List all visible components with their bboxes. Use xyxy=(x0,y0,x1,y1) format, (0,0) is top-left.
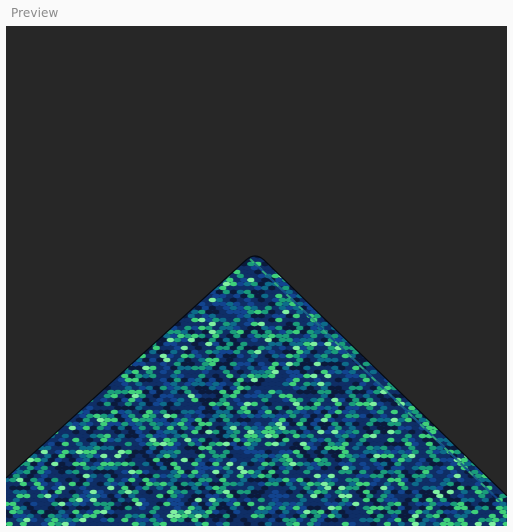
panel-header: Preview xyxy=(0,0,513,25)
preview-panel: Preview xyxy=(0,0,513,532)
panel-title: Preview xyxy=(11,5,59,20)
automaton-render xyxy=(6,255,507,526)
automaton-cells xyxy=(6,256,507,526)
preview-canvas[interactable] xyxy=(6,26,507,526)
